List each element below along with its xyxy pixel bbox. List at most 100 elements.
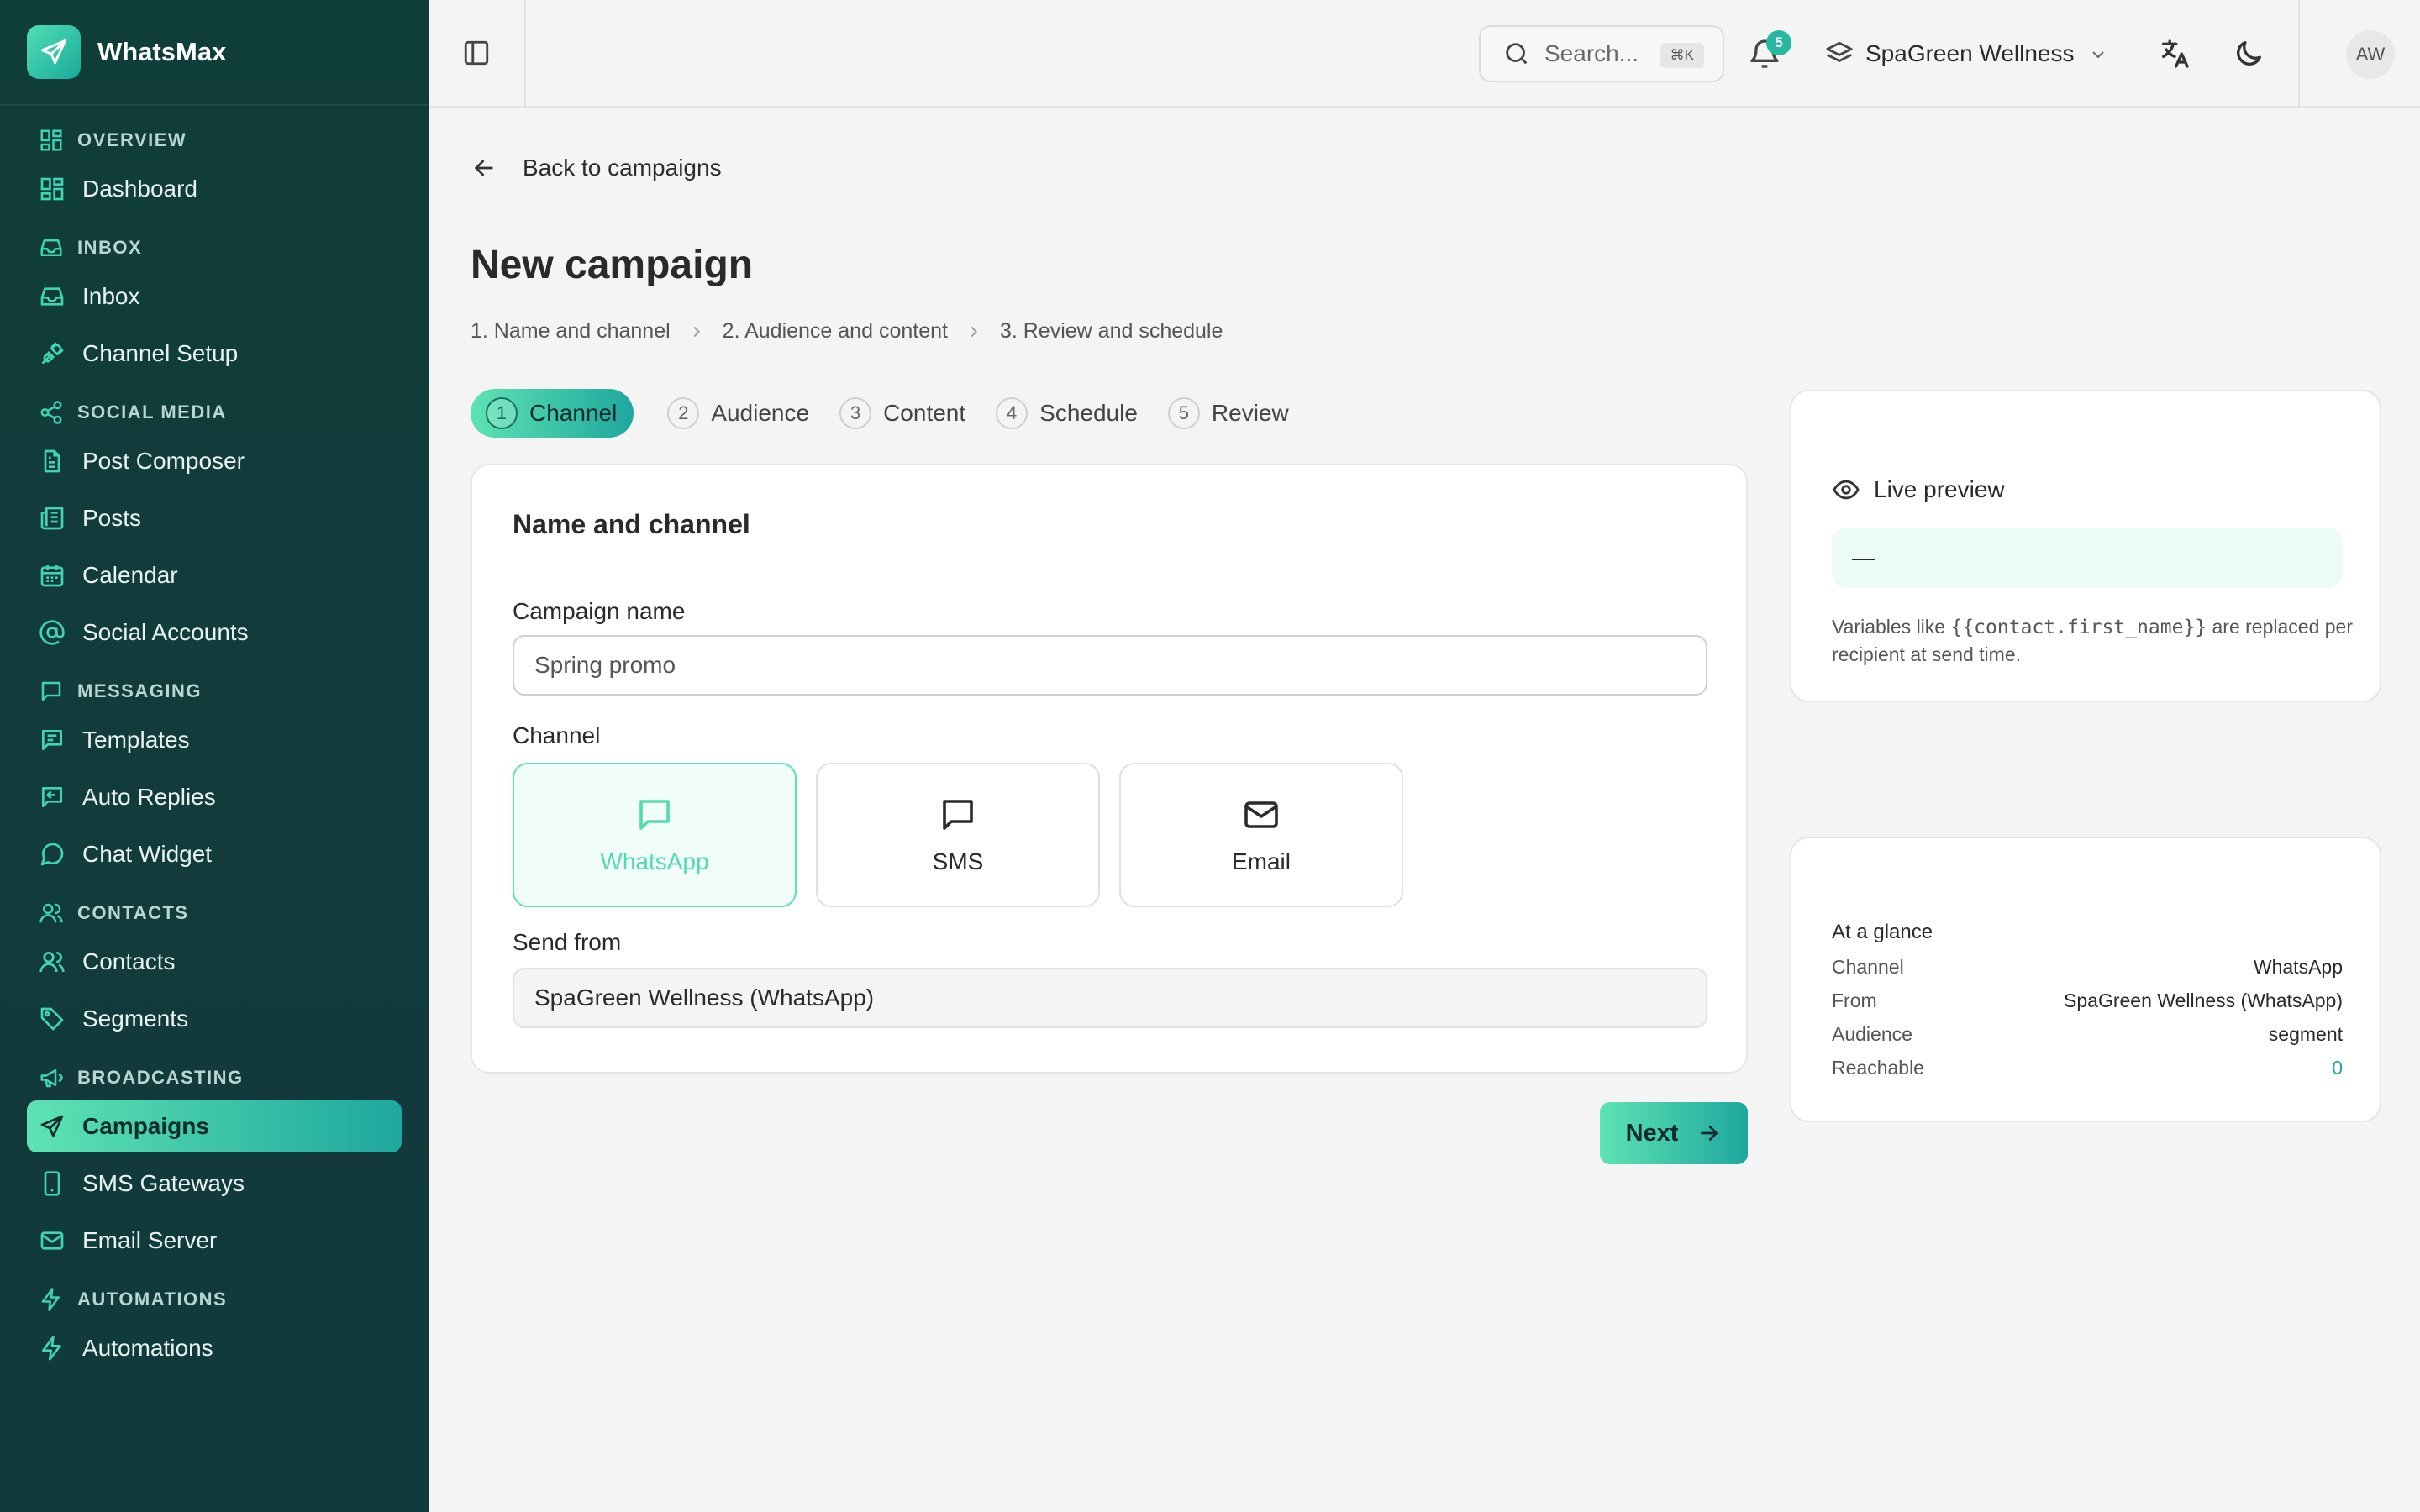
step-number: 3	[839, 397, 872, 429]
search-icon	[1502, 39, 1531, 68]
share-icon	[39, 400, 64, 425]
eye-icon	[1832, 475, 1860, 504]
campaign-name-input[interactable]: Spring promo	[513, 635, 1707, 696]
inbox-icon	[39, 235, 64, 260]
send-icon	[39, 1113, 66, 1140]
tab-review[interactable]: 5 Review	[1167, 389, 1289, 438]
arrow-right-icon	[1697, 1121, 1722, 1146]
sidebar-item-campaigns[interactable]: Campaigns	[27, 1100, 402, 1152]
campaign-name-label: Campaign name	[513, 598, 686, 624]
back-link[interactable]: Back to campaigns	[471, 155, 722, 181]
tab-schedule[interactable]: 4 Schedule	[996, 389, 1138, 438]
calendar-icon	[39, 562, 66, 589]
chat-bubble-icon	[634, 795, 675, 835]
topbar-divider	[2298, 0, 2300, 106]
live-preview-card: Live preview — Variables like {{contact.…	[1790, 390, 2381, 702]
step-label: Schedule	[1039, 400, 1138, 426]
preview-note: Variables like {{contact.first_name}} ar…	[1832, 616, 2354, 665]
step-number: 2	[667, 397, 700, 429]
sidebar-item-dashboard[interactable]: Dashboard	[27, 163, 402, 215]
sidebar-toggle-button[interactable]	[429, 0, 526, 106]
message-square-icon	[938, 795, 978, 835]
glance-row-channel: Channel WhatsApp	[1832, 956, 2343, 978]
tag-icon	[39, 1005, 66, 1032]
arrow-left-icon	[471, 155, 497, 181]
back-label: Back to campaigns	[523, 155, 722, 181]
at-a-glance-card: At a glance Channel WhatsApp From SpaGre…	[1790, 837, 2381, 1122]
topbar: Search... ⌘K 5 SpaGreen Wellness AW	[429, 0, 2420, 108]
app-name: WhatsMax	[97, 37, 227, 66]
step-number: 4	[996, 397, 1028, 429]
reply-icon	[39, 784, 66, 811]
campaign-name-placeholder: Spring promo	[534, 652, 676, 678]
channel-option-label: Email	[1231, 848, 1291, 874]
step-label: Channel	[529, 400, 618, 426]
sidebar-item-automations[interactable]: Automations	[27, 1322, 402, 1374]
users-icon	[39, 948, 66, 975]
step-number: 5	[1167, 397, 1200, 429]
sidebar-item-label: Email Server	[82, 1227, 218, 1253]
megaphone-icon	[39, 1065, 64, 1090]
mail-icon	[1241, 795, 1281, 835]
mail-icon	[39, 1227, 66, 1254]
section-social-media: SOCIAL MEDIA	[27, 390, 402, 435]
sidebar-item-sms-gateways[interactable]: SMS Gateways	[27, 1158, 402, 1210]
sidebar-item-calendar[interactable]: Calendar	[27, 549, 402, 601]
sidebar-item-auto-replies[interactable]: Auto Replies	[27, 771, 402, 823]
sidebar-item-contacts[interactable]: Contacts	[27, 936, 402, 988]
sidebar-item-label: Chat Widget	[82, 841, 213, 867]
layers-icon	[1825, 39, 1854, 68]
sidebar-item-label: Campaigns	[82, 1113, 209, 1139]
sidebar-item-label: Contacts	[82, 948, 176, 974]
search-placeholder: Search...	[1544, 40, 1639, 66]
language-button[interactable]	[2158, 37, 2191, 71]
channel-option-sms[interactable]: SMS	[816, 763, 1100, 907]
breadcrumb: 1. Name and channel 2. Audience and cont…	[471, 319, 1223, 344]
sidebar-item-email-server[interactable]: Email Server	[27, 1215, 402, 1267]
bell-icon	[1748, 39, 1781, 74]
tab-content[interactable]: 3 Content	[839, 389, 965, 438]
send-logo-icon	[27, 25, 81, 79]
sidebar-item-label: Channel Setup	[82, 340, 239, 366]
plug-icon	[39, 340, 66, 367]
message-square-icon	[39, 679, 64, 704]
section-broadcasting: BROADCASTING	[27, 1055, 402, 1100]
sidebar-item-label: Templates	[82, 727, 190, 753]
search-shortcut: ⌘K	[1660, 43, 1704, 68]
sidebar-item-posts[interactable]: Posts	[27, 492, 402, 544]
message-circle-icon	[39, 841, 66, 868]
send-from-select[interactable]: SpaGreen Wellness (WhatsApp)	[513, 968, 1707, 1028]
tab-channel[interactable]: 1 Channel	[471, 389, 634, 438]
section-contacts: CONTACTS	[27, 890, 402, 936]
channel-option-email[interactable]: Email	[1119, 763, 1403, 907]
search-input[interactable]: Search... ⌘K	[1479, 25, 1724, 82]
sidebar-item-label: Inbox	[82, 283, 140, 309]
inbox-icon	[39, 283, 66, 310]
zap-icon	[39, 1335, 66, 1362]
sidebar-item-chat-widget[interactable]: Chat Widget	[27, 828, 402, 880]
brand[interactable]: WhatsMax	[0, 0, 429, 106]
sidebar-item-segments[interactable]: Segments	[27, 993, 402, 1045]
template-icon	[39, 727, 66, 753]
sidebar-item-post-composer[interactable]: Post Composer	[27, 435, 402, 487]
step-label: Content	[883, 400, 966, 426]
sidebar-item-inbox[interactable]: Inbox	[27, 270, 402, 323]
sidebar-item-social-accounts[interactable]: Social Accounts	[27, 606, 402, 659]
section-overview: OVERVIEW	[27, 118, 402, 163]
workspace-switcher[interactable]: SpaGreen Wellness	[1825, 30, 2108, 77]
breadcrumb-item: 3. Review and schedule	[999, 319, 1223, 343]
sidebar-item-label: Post Composer	[82, 448, 245, 474]
tab-audience[interactable]: 2 Audience	[667, 389, 809, 438]
theme-toggle-button[interactable]	[2232, 37, 2265, 71]
chevron-right-icon	[687, 323, 706, 341]
sidebar-item-label: Automations	[82, 1335, 213, 1361]
panel-left-icon	[462, 39, 491, 67]
sidebar-item-channel-setup[interactable]: Channel Setup	[27, 328, 402, 380]
sidebar-item-templates[interactable]: Templates	[27, 714, 402, 766]
channel-option-whatsapp[interactable]: WhatsApp	[513, 763, 797, 907]
glance-row-audience: Audience segment	[1832, 1023, 2343, 1045]
next-button[interactable]: Next	[1600, 1102, 1748, 1164]
glance-title: At a glance	[1832, 921, 1933, 943]
smartphone-icon	[39, 1170, 66, 1197]
avatar[interactable]: AW	[2346, 30, 2395, 79]
